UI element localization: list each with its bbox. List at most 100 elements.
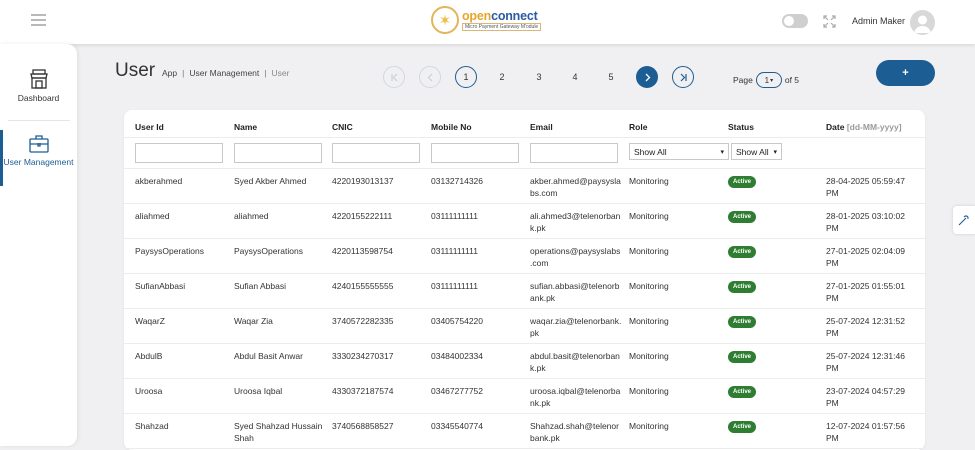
admin-name[interactable]: Admin Maker <box>852 16 905 26</box>
sidebar-item-label: User Management <box>3 157 74 167</box>
cell-name: Syed Akber Ahmed <box>234 176 307 186</box>
page-select[interactable]: 1 ▾ <box>755 72 782 88</box>
status-filter-select[interactable]: Show All ▾ <box>731 143 782 160</box>
cell-date: 25-07-2024 12:31:52 PM <box>826 316 905 338</box>
cell-role: Monitoring <box>629 351 669 361</box>
cell-role: Monitoring <box>629 386 669 396</box>
cell-date: 27-01-2025 01:55:01 PM <box>826 281 905 303</box>
status-badge: Active <box>728 316 757 328</box>
page-title: User <box>115 60 156 81</box>
cell-role: Monitoring <box>629 246 669 256</box>
caret-down-icon: ▾ <box>770 77 774 84</box>
fullscreen-icon[interactable] <box>823 15 836 28</box>
sidebar-item-dashboard[interactable]: Dashboard <box>0 68 77 103</box>
table-row[interactable]: Uroosa Uroosa Iqbal 4330372187574 034672777… <box>124 379 925 414</box>
cell-mobile: 03132714326 <box>431 176 484 186</box>
status-badge: Active <box>728 246 757 258</box>
status-badge: Active <box>728 281 757 293</box>
email-filter-input[interactable] <box>530 143 618 163</box>
first-page-icon <box>390 73 397 81</box>
chevron-left-icon <box>427 73 432 81</box>
page-indicator: Page 1 ▾ of 5 <box>733 72 799 88</box>
cell-user-id: akberahmed <box>135 176 183 186</box>
name-filter-input[interactable] <box>234 143 322 163</box>
column-header-email[interactable]: Email <box>530 121 553 133</box>
chevron-right-icon <box>645 73 650 81</box>
cell-mobile: 03111111111 <box>431 211 478 221</box>
add-user-button[interactable]: + <box>876 60 935 86</box>
table-row[interactable]: Shahzad Syed Shahzad Hussain Shah 374056885… <box>124 414 925 449</box>
table-row[interactable]: SufianAbbasi Sufian Abbasi 4240155555555 03… <box>124 274 925 309</box>
cell-cnic: 4220193013137 <box>332 176 394 186</box>
magic-wand-icon[interactable] <box>953 206 975 234</box>
cell-email: abdul.basit@telenorban k.pk <box>530 351 620 373</box>
cell-cnic: 3740572282335 <box>332 316 394 326</box>
users-table-card: User Id Name CNIC Mobile No Email Role S… <box>124 110 925 450</box>
column-header-mobile[interactable]: Mobile No <box>431 121 472 133</box>
cell-user-id: PaysysOperations <box>135 246 204 256</box>
prev-page-button[interactable] <box>419 66 441 88</box>
column-header-cnic[interactable]: CNIC <box>332 121 353 133</box>
column-header-name[interactable]: Name <box>234 121 257 133</box>
last-page-button[interactable] <box>672 66 694 88</box>
mobile-filter-input[interactable] <box>431 143 519 163</box>
breadcrumb-user-management[interactable]: User Management <box>189 68 259 78</box>
table-row[interactable]: aliahmed aliahmed 4220155222111 03111111111… <box>124 204 925 239</box>
brand-name: openconnect <box>462 8 538 23</box>
page-2-button[interactable]: 2 <box>491 66 513 88</box>
column-header-date[interactable]: Date [dd-MM-yyyy] <box>826 121 902 133</box>
theme-toggle[interactable] <box>782 14 808 28</box>
cell-user-id: Shahzad <box>135 421 169 431</box>
cell-cnic: 3740568858527 <box>332 421 394 431</box>
status-badge: Active <box>728 351 757 363</box>
table-row[interactable]: PaysysOperations PaysysOperations 42201135… <box>124 239 925 274</box>
breadcrumb-app[interactable]: App <box>162 68 177 78</box>
cell-email: akber.ahmed@paysysla bs.com <box>530 176 621 198</box>
cell-user-id: aliahmed <box>135 211 170 221</box>
status-badge: Active <box>728 211 757 223</box>
brand-subtitle: Micro Payment Gateway M'odule <box>462 22 542 31</box>
top-bar: openconnect Micro Payment Gateway M'odul… <box>0 0 975 44</box>
cell-user-id: AbdulB <box>135 351 163 361</box>
cell-date: 23-07-2024 04:57:29 PM <box>826 386 905 408</box>
table-row[interactable]: AbdulB Abdul Basit Anwar 3330234270317 0348… <box>124 344 925 379</box>
table-row[interactable]: akberahmed Syed Akber Ahmed 4220193013137 0… <box>124 169 925 204</box>
cell-mobile: 03345540774 <box>431 421 484 431</box>
page-1-button[interactable]: 1 <box>455 66 477 88</box>
brand-logo: openconnect Micro Payment Gateway M'odul… <box>431 6 542 34</box>
column-header-user-id[interactable]: User Id <box>135 121 164 133</box>
table-row[interactable]: WaqarZ Waqar Zia 3740572282335 03405754220 w… <box>124 309 925 344</box>
cell-mobile: 03467277752 <box>431 386 484 396</box>
column-header-status[interactable]: Status <box>728 121 754 133</box>
next-page-button[interactable] <box>636 66 658 88</box>
cell-cnic: 4330372187574 <box>332 386 394 396</box>
brand-mark-icon <box>431 6 459 34</box>
caret-down-icon: ▾ <box>773 148 777 156</box>
cell-date: 12-07-2024 01:57:56 PM <box>826 421 905 443</box>
cell-date: 28-01-2025 03:10:02 PM <box>826 211 905 233</box>
page-3-button[interactable]: 3 <box>528 66 550 88</box>
cell-role: Monitoring <box>629 421 669 431</box>
caret-down-icon: ▾ <box>720 148 724 156</box>
cell-cnic: 4220155222111 <box>332 211 393 221</box>
cell-role: Monitoring <box>629 211 669 221</box>
cell-name: Uroosa Iqbal <box>234 386 283 396</box>
cell-mobile: 03405754220 <box>431 316 484 326</box>
cell-name: Sufian Abbasi <box>234 281 286 291</box>
cell-email: ali.ahmed3@telenorban k.pk <box>530 211 621 233</box>
cell-cnic: 4240155555555 <box>332 281 394 291</box>
column-header-role[interactable]: Role <box>629 121 647 133</box>
first-page-button[interactable] <box>383 66 405 88</box>
cell-mobile: 03484002334 <box>431 351 484 361</box>
page-5-button[interactable]: 5 <box>600 66 622 88</box>
page-4-button[interactable]: 4 <box>564 66 586 88</box>
sidebar-divider <box>8 120 70 121</box>
sidebar-item-user-management[interactable]: User Management <box>0 130 77 186</box>
status-badge: Active <box>728 421 757 433</box>
hamburger-menu-icon[interactable] <box>31 14 46 26</box>
role-filter-select[interactable]: Show All ▾ <box>629 143 729 160</box>
cnic-filter-input[interactable] <box>332 143 420 163</box>
user-id-filter-input[interactable] <box>135 143 223 163</box>
avatar[interactable] <box>910 10 935 35</box>
last-page-icon <box>680 73 687 81</box>
